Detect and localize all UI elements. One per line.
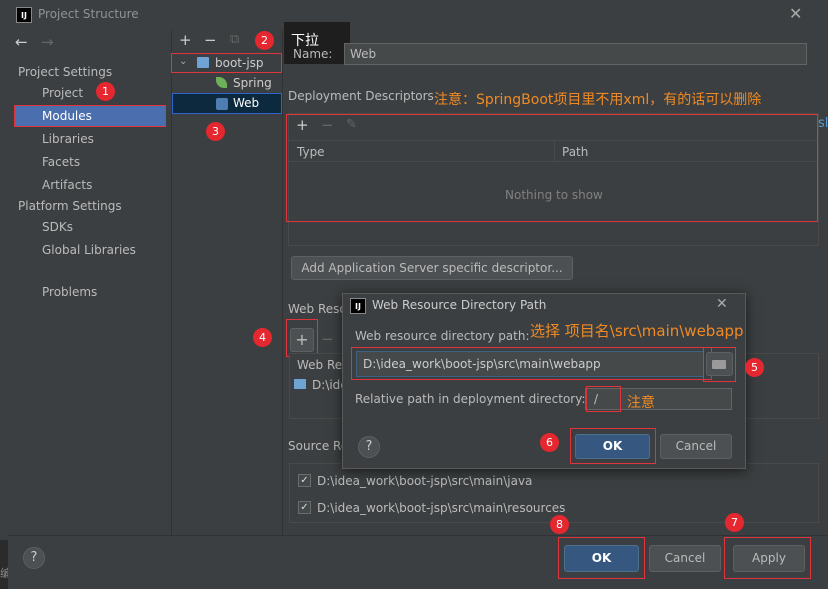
step-marker-1: 1	[96, 82, 115, 101]
sidebar-item-modules[interactable]: Modules	[42, 109, 92, 123]
web-resource-column[interactable]: Web Re	[297, 358, 342, 372]
step-marker-6: 6	[540, 433, 559, 452]
edit-descriptor-icon[interactable]: ✎	[346, 117, 357, 132]
empty-table-text: Nothing to show	[505, 188, 603, 202]
name-field[interactable]: Web	[344, 43, 807, 65]
source-root-path-1: D:\idea_work\boot-jsp\src\main\java	[317, 474, 533, 488]
tree-item-web[interactable]: Web	[233, 96, 259, 110]
step-marker-5: 5	[745, 358, 764, 377]
column-divider	[554, 141, 555, 162]
annotation-box-path	[351, 347, 712, 380]
section-platform-settings: Platform Settings	[18, 199, 122, 213]
tree-root-boot-jsp[interactable]: boot-jsp	[215, 56, 264, 70]
sidebar-item-libraries[interactable]: Libraries	[42, 132, 94, 146]
edge-text-fragment: 编	[0, 567, 8, 580]
step-marker-7: 7	[725, 513, 744, 532]
intellij-logo: IJ	[16, 7, 32, 23]
web-folder-icon	[294, 379, 306, 389]
dialog-close-icon[interactable]: ✕	[716, 296, 728, 312]
folder-icon	[197, 57, 209, 68]
web-facet-icon	[216, 98, 228, 110]
step-marker-4: 4	[253, 328, 272, 347]
column-path[interactable]: Path	[562, 145, 588, 159]
window-title: Project Structure	[38, 7, 139, 21]
back-arrow-icon[interactable]: ←	[15, 33, 28, 51]
source-root-checkbox-2[interactable]: ✓	[298, 501, 311, 514]
web-resource-title: Web Reso	[288, 302, 347, 316]
annotation-box-relative	[586, 386, 621, 412]
sidebar-item-project[interactable]: Project	[42, 86, 83, 100]
footer-divider	[8, 535, 828, 536]
sidebar-item-problems[interactable]: Problems	[42, 285, 97, 299]
relative-path-label: Relative path in deployment directory:	[355, 392, 586, 406]
help-button[interactable]: ?	[23, 547, 45, 569]
step-marker-3: 3	[206, 122, 225, 141]
column-type[interactable]: Type	[297, 145, 325, 159]
path-label: Web resource directory path:	[355, 329, 530, 343]
browse-folder-icon	[712, 360, 726, 369]
note-relative: 注意	[627, 395, 655, 411]
add-server-descriptor-button[interactable]: Add Application Server specific descript…	[291, 256, 573, 280]
deployment-table-header	[289, 140, 817, 162]
note-descriptor: 注意：SpringBoot项目里不用xml，有的话可以删除	[434, 92, 762, 108]
add-web-resource-button[interactable]: +	[290, 328, 314, 352]
source-root-checkbox-1[interactable]: ✓	[298, 474, 311, 487]
dialog-help-button[interactable]: ?	[358, 436, 380, 458]
sidebar-item-sdks[interactable]: SDKs	[42, 220, 73, 234]
remove-module-icon[interactable]: −	[204, 31, 217, 49]
note-select: 选择 项目名\src\main\webapp	[530, 322, 744, 340]
section-project-settings: Project Settings	[18, 65, 113, 79]
remove-descriptor-icon[interactable]: −	[321, 116, 334, 134]
apply-button[interactable]: Apply	[733, 545, 805, 572]
add-module-icon[interactable]: +	[179, 31, 192, 49]
step-marker-8: 8	[550, 515, 569, 534]
dialog-ok-button[interactable]: OK	[575, 434, 650, 459]
dialog-cancel-button[interactable]: Cancel	[660, 434, 732, 459]
sidebar-item-facets[interactable]: Facets	[42, 155, 80, 169]
step-marker-2: 2	[255, 31, 274, 50]
cancel-button[interactable]: Cancel	[649, 545, 721, 572]
chevron-down-icon[interactable]: ⌄	[179, 56, 187, 67]
ok-button[interactable]: OK	[564, 545, 639, 572]
forward-arrow-icon[interactable]: →	[41, 33, 54, 51]
close-icon[interactable]: ✕	[789, 4, 802, 23]
dialog-logo: IJ	[350, 298, 366, 314]
copy-module-icon[interactable]: ⧉	[230, 32, 239, 47]
edge-link-fragment: sl	[818, 116, 828, 131]
sidebar-item-global-libraries[interactable]: Global Libraries	[42, 243, 136, 257]
source-root-path-2: D:\idea_work\boot-jsp\src\main\resources	[317, 501, 566, 515]
dialog-title: Web Resource Directory Path	[372, 298, 547, 312]
deployment-descriptors-title: Deployment Descriptors	[288, 89, 434, 103]
source-roots-title: Source Ro	[288, 439, 349, 453]
remove-web-resource-icon[interactable]: −	[321, 330, 334, 348]
name-label: Name:	[293, 47, 333, 61]
add-descriptor-icon[interactable]: +	[296, 116, 309, 134]
annotation-box-descriptors	[286, 114, 818, 222]
tree-item-spring[interactable]: Spring	[233, 76, 272, 90]
sidebar-item-artifacts[interactable]: Artifacts	[42, 178, 92, 192]
